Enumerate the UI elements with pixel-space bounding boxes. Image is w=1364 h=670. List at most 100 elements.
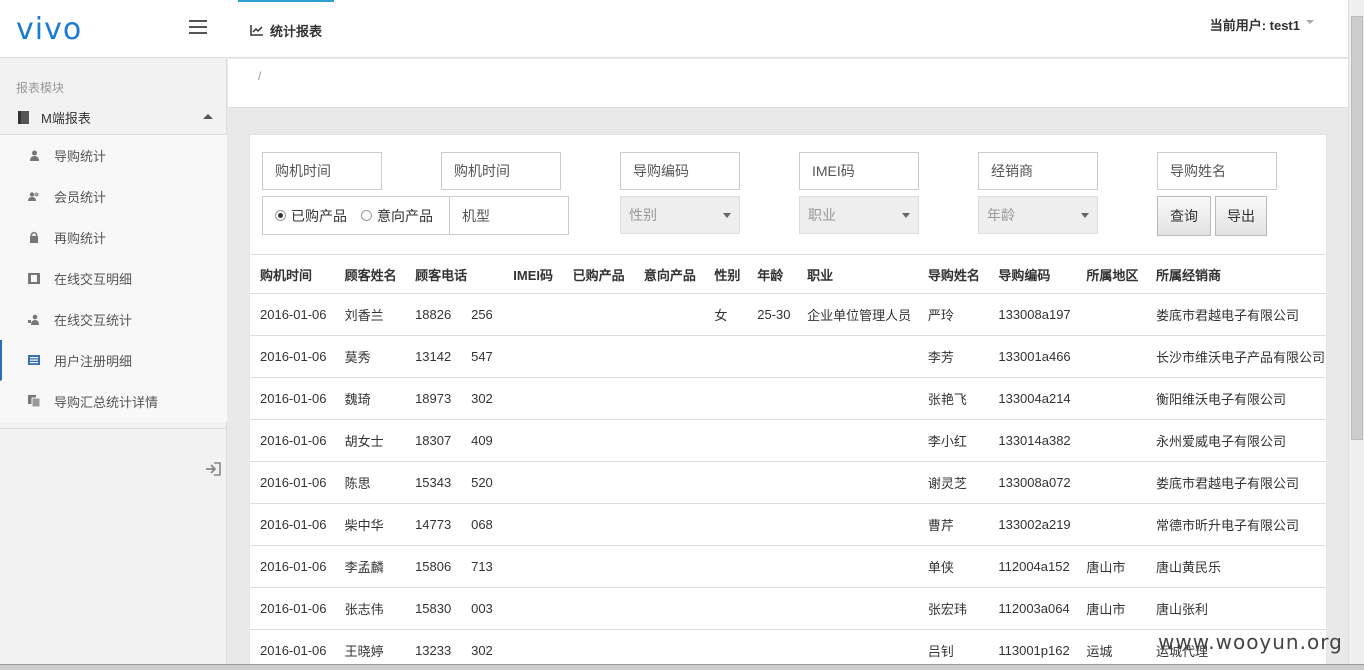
table-cell	[1076, 461, 1147, 504]
table-cell: 112004a152	[988, 545, 1077, 588]
table-cell: 133001a466	[988, 335, 1077, 378]
table-cell	[1076, 293, 1147, 336]
table-row[interactable]: 2016-01-06 柴中华 14773 068 曹芹 133002a219 常德市昕升电子…	[250, 503, 1326, 546]
table-cell: 520	[467, 461, 504, 504]
buy-time-start-input[interactable]: 购机时间	[262, 152, 382, 190]
sidebar-item-online-interaction-stats[interactable]: 在线交互统计	[0, 299, 227, 340]
table-cell	[797, 419, 918, 462]
table-cell: 713	[467, 545, 504, 588]
table-cell: 409	[467, 419, 504, 462]
export-button[interactable]: 导出	[1215, 196, 1267, 236]
query-button[interactable]: 查询	[1157, 196, 1211, 236]
table-row[interactable]: 2016-01-06 李孟麟 15806 713 单侠 112004a152 唐山市 唐山黄民…	[250, 545, 1326, 588]
sidebar-group-m-reports[interactable]: M端报表	[0, 102, 227, 132]
table-cell: 李芳	[917, 335, 989, 378]
vertical-scrollbar[interactable]	[1348, 0, 1364, 670]
column-header: 年龄	[747, 254, 798, 294]
guide-name-input[interactable]: 导购姓名	[1157, 152, 1277, 190]
table-cell: 256	[467, 293, 504, 336]
column-header	[467, 254, 504, 294]
dealer-input[interactable]: 经销商	[978, 152, 1098, 190]
table-row[interactable]: 2016-01-06 刘香兰 18826 256 女 25-30 企业单位管理人员 严玲 133…	[250, 293, 1326, 336]
user-dropdown-icon[interactable]	[1306, 20, 1314, 24]
table-cell: 2016-01-06	[250, 587, 335, 630]
tab-label: 统计报表	[270, 23, 323, 39]
table-cell	[503, 587, 563, 630]
table-row[interactable]: 2016-01-06 魏琦 18973 302 张艳飞 133004a214 衡阳维沃电子有…	[250, 377, 1326, 420]
table-cell	[562, 545, 634, 588]
table-cell	[503, 461, 563, 504]
table-header-row: 购机时间 顾客姓名 顾客电话 IMEI码 已购产品 意向产品 性别 年龄 职业 导购姓名 导购编码所…	[250, 254, 1326, 294]
table-cell	[704, 545, 748, 588]
radio-intent-option[interactable]: 意向产品	[361, 206, 433, 226]
table-cell	[562, 293, 634, 336]
sidebar-item-member-stats[interactable]: 会员统计	[0, 176, 227, 217]
film-icon	[28, 272, 40, 284]
table-cell: 133002a219	[988, 503, 1077, 546]
sidebar-divider	[0, 428, 227, 429]
sidebar-item-online-interaction-detail[interactable]: 在线交互明细	[0, 258, 227, 299]
table-cell	[704, 377, 748, 420]
table-cell	[1076, 335, 1147, 378]
sidebar-item-user-registration-detail[interactable]: 用户注册明细	[0, 340, 227, 381]
table-row[interactable]: 2016-01-06 莫秀 13142 547 李芳 133001a466 长沙市维沃电子产…	[250, 335, 1326, 378]
top-navbar: vivo 统计报表 当前用户: test1	[0, 0, 1348, 58]
table-cell: 2016-01-06	[250, 419, 335, 462]
table-cell	[747, 419, 798, 462]
dropdown-arrow-icon	[723, 213, 731, 218]
table-cell: 谢灵芝	[917, 461, 989, 504]
list-icon	[28, 354, 40, 366]
report-panel: 购机时间 购机时间 导购编码 IMEI码 经销商 导购姓名 已购产品 意向产品 …	[249, 134, 1327, 670]
table-cell: 永州爱威电子有限公司	[1146, 419, 1326, 462]
table-cell	[747, 461, 798, 504]
radio-bought-option[interactable]: 已购产品	[275, 206, 347, 226]
table-cell: 衡阳维沃电子有限公司	[1146, 377, 1326, 420]
sidebar-item-repurchase-stats[interactable]: 再购统计	[0, 217, 227, 258]
table-cell: 18973	[405, 377, 468, 420]
table-cell	[633, 545, 705, 588]
sidebar-item-guide-stats[interactable]: 导购统计	[0, 135, 227, 176]
users-icon	[28, 190, 40, 202]
table-row[interactable]: 2016-01-06 张志伟 15830 003 张宏玮 112003a064 唐山市 唐山张…	[250, 587, 1326, 630]
model-input[interactable]: 机型	[449, 196, 569, 235]
table-cell: 18307	[405, 419, 468, 462]
scrollbar-thumb[interactable]	[1351, 16, 1363, 440]
table-cell	[633, 587, 705, 630]
buy-time-end-input[interactable]: 购机时间	[441, 152, 561, 190]
table-cell: 唐山张利	[1146, 587, 1326, 630]
line-chart-icon	[250, 25, 263, 36]
age-select[interactable]: 年龄	[978, 196, 1098, 234]
sidebar-collapse-icon[interactable]	[205, 462, 221, 476]
table-row[interactable]: 2016-01-06 陈思 15343 520 谢灵芝 133008a072 娄底市君越电子…	[250, 461, 1326, 504]
table-row[interactable]: 2016-01-06 胡女士 18307 409 李小红 133014a382 永州爱威电子…	[250, 419, 1326, 462]
menu-toggle-icon[interactable]	[189, 20, 207, 34]
table-cell	[797, 545, 918, 588]
guide-code-input[interactable]: 导购编码	[620, 152, 740, 190]
table-cell	[503, 503, 563, 546]
sidebar-group-label: M端报表	[41, 110, 91, 126]
table-cell: 唐山市	[1076, 545, 1147, 588]
vivo-logo[interactable]: vivo	[16, 12, 82, 47]
table-cell	[747, 503, 798, 546]
table-cell	[633, 461, 705, 504]
sidebar: 报表模块 M端报表 导购统计 会员统计 再购统计 在线交互明细 在线交互统计 用…	[0, 58, 227, 670]
tab-statistics-report[interactable]: 统计报表	[238, 0, 335, 58]
table-cell: 常德市昕升电子有限公司	[1146, 503, 1326, 546]
table-cell: 2016-01-06	[250, 461, 335, 504]
table-cell	[633, 419, 705, 462]
table-cell: 133004a214	[988, 377, 1077, 420]
current-user-label[interactable]: 当前用户: test1	[1210, 15, 1314, 34]
watermark: www.wooyun.org	[1158, 630, 1343, 654]
table-cell: 2016-01-06	[250, 377, 335, 420]
imei-input[interactable]: IMEI码	[799, 152, 919, 190]
table-cell	[562, 461, 634, 504]
column-header: 导购姓名	[917, 254, 989, 294]
column-header: 所属地区	[1076, 254, 1147, 294]
table-cell	[1076, 419, 1147, 462]
table-cell: 胡女士	[334, 419, 406, 462]
sidebar-item-guide-summary-detail[interactable]: 导购汇总统计详情	[0, 381, 227, 422]
column-header: 购机时间	[250, 254, 335, 294]
occupation-select[interactable]: 职业	[799, 196, 919, 234]
gender-select[interactable]: 性别	[620, 196, 740, 234]
table-cell	[797, 587, 918, 630]
